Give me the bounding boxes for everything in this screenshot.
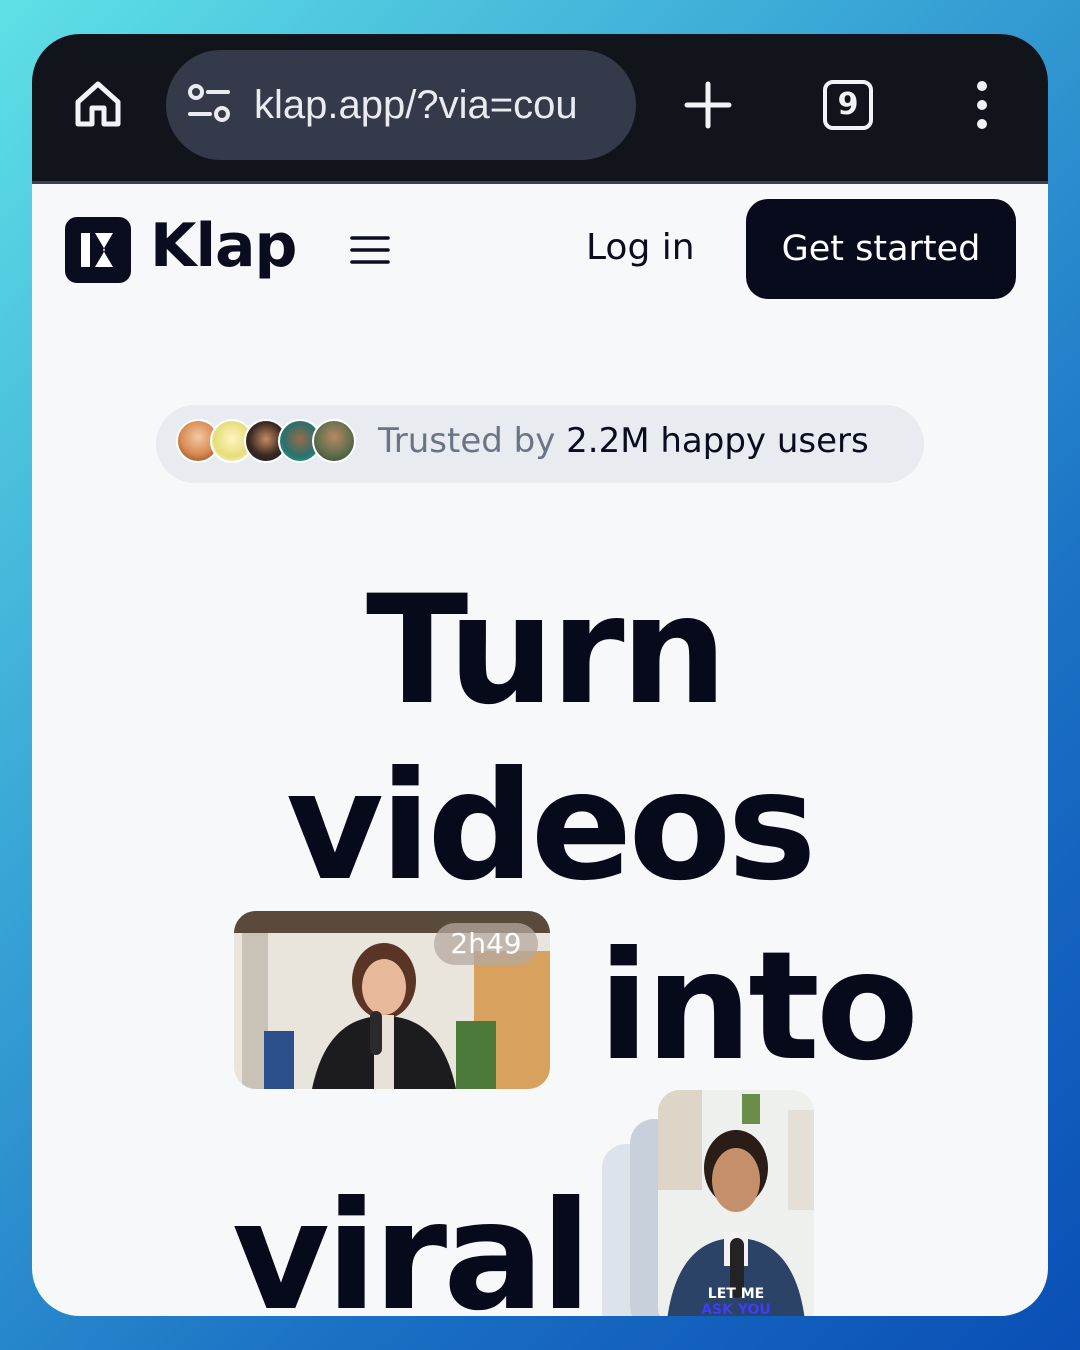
short-clip-thumbnail: LET ME ASK YOU <box>658 1090 814 1316</box>
user-avatars <box>176 419 360 467</box>
hero-word-videos: videos <box>286 740 817 914</box>
brand-name[interactable]: Klap <box>150 211 297 281</box>
more-vert-icon[interactable] <box>970 80 994 130</box>
site-settings-icon[interactable] <box>186 82 232 128</box>
hero-word-into: into <box>598 920 919 1094</box>
get-started-button[interactable]: Get started <box>746 199 1016 299</box>
video-duration-badge: 2h49 <box>434 923 538 965</box>
address-bar[interactable]: klap.app/?via=cou <box>166 50 636 160</box>
avatar <box>312 419 356 463</box>
login-link[interactable]: Log in <box>586 227 695 268</box>
long-video-thumbnail: 2h49 <box>234 911 550 1089</box>
phone-screen: klap.app/?via=cou 9 Klap Log in Get star… <box>32 34 1048 1316</box>
hamburger-menu-icon[interactable] <box>350 235 390 265</box>
site-header: Klap Log in Get started <box>32 187 1048 317</box>
clip-caption-line2: ASK YOU <box>701 1302 771 1316</box>
browser-toolbar: klap.app/?via=cou 9 <box>32 34 1048 184</box>
url-text: klap.app/?via=cou <box>254 82 578 127</box>
trust-badge: Trusted by 2.2M happy users <box>156 405 924 483</box>
tabs-icon[interactable]: 9 <box>823 80 873 130</box>
trust-prefix: Trusted by <box>378 421 567 461</box>
hero-word-viral: viral <box>232 1170 592 1316</box>
home-icon[interactable] <box>72 78 124 130</box>
trust-count: 2.2M happy users <box>566 421 869 461</box>
hero-word-turn: Turn <box>366 564 727 738</box>
plus-icon[interactable] <box>683 80 733 130</box>
klap-logo-icon[interactable] <box>65 217 131 283</box>
trust-text: Trusted by 2.2M happy users <box>378 421 869 461</box>
clip-caption-line1: LET ME <box>707 1286 765 1302</box>
